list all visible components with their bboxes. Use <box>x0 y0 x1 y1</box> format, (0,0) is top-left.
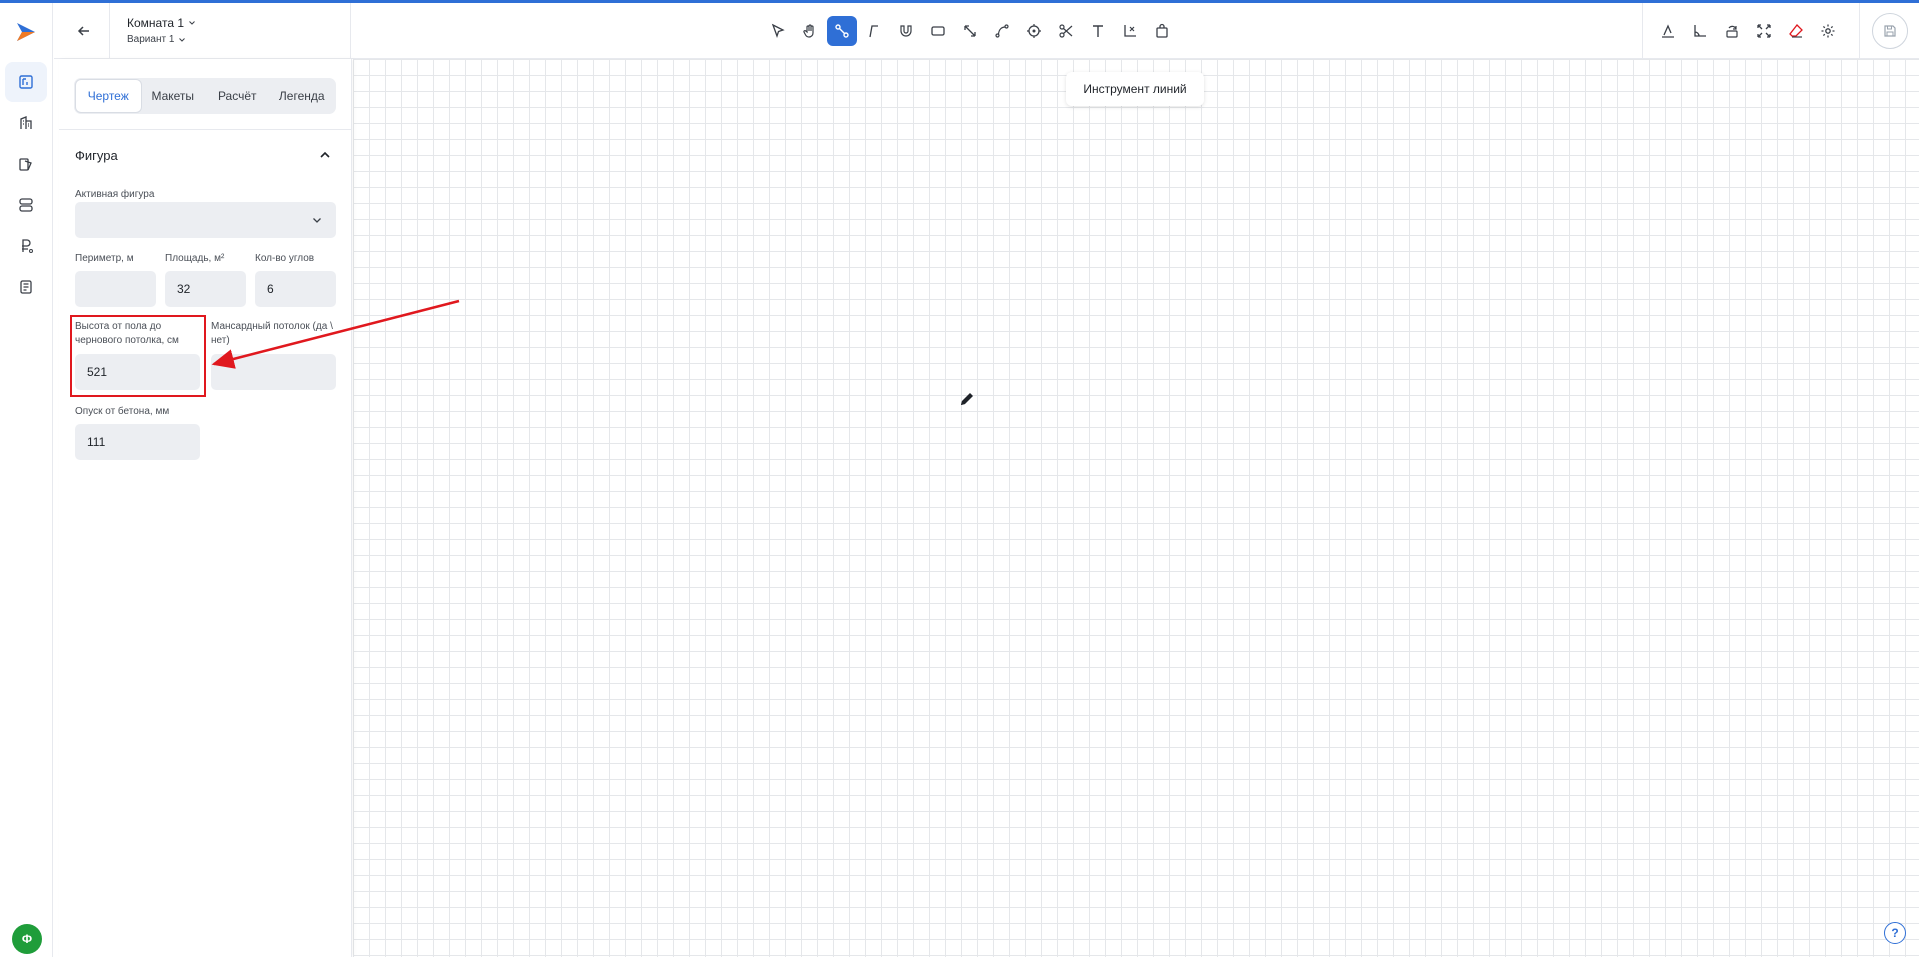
active-shape-label: Активная фигура <box>75 189 155 200</box>
drawing-canvas[interactable] <box>353 59 1919 957</box>
pencil-cursor-icon <box>961 393 973 405</box>
rail-item-price[interactable] <box>5 226 47 266</box>
tab-calculation[interactable]: Расчёт <box>205 80 270 112</box>
materials-icon <box>19 158 32 171</box>
area-label: Площадь, м² <box>165 253 225 264</box>
tool-magnet[interactable] <box>891 16 921 46</box>
tab-drawing[interactable]: Чертеж <box>76 80 141 112</box>
panel-divider <box>59 129 352 130</box>
tool-select[interactable] <box>763 16 793 46</box>
question-icon: ? <box>1891 926 1899 940</box>
tool-hand[interactable] <box>795 16 825 46</box>
tool-bag[interactable] <box>1147 16 1177 46</box>
building-icon <box>20 116 32 129</box>
corners-label: Кол-во углов <box>255 253 315 264</box>
curve-icon <box>995 24 1009 38</box>
save-button[interactable] <box>1871 13 1908 49</box>
tool-scissors[interactable] <box>1051 16 1081 46</box>
header: Комната 1 Вариант 1 <box>54 3 1919 59</box>
user-avatar[interactable]: Ф <box>12 924 42 954</box>
tool-text[interactable] <box>1083 16 1113 46</box>
text-angle-icon <box>1662 24 1674 38</box>
report-icon <box>20 280 32 294</box>
attic-field[interactable] <box>211 354 336 390</box>
chevron-down-icon <box>189 21 195 25</box>
angle-icon <box>1694 25 1706 37</box>
tool-rotate[interactable] <box>1717 16 1747 46</box>
axis-icon <box>1124 25 1136 37</box>
tool-hint-tooltip: Инструмент линий <box>1066 72 1204 106</box>
drop-field[interactable]: 111 <box>75 424 200 460</box>
variant-dropdown[interactable]: Вариант 1 <box>127 34 350 45</box>
chevron-down-icon <box>313 218 321 223</box>
annotation-highlight-box <box>70 315 206 397</box>
tab-layouts[interactable]: Макеты <box>141 80 206 112</box>
area-field[interactable]: 32 <box>165 271 246 307</box>
corners-field[interactable]: 6 <box>255 271 336 307</box>
room-selector: Комната 1 Вариант 1 <box>109 3 351 59</box>
perimeter-label: Периметр, м <box>75 253 134 264</box>
diagonal-icon <box>964 25 976 37</box>
layers-icon <box>19 198 33 212</box>
gear-icon <box>1821 24 1835 38</box>
left-rail: Ф <box>0 3 53 957</box>
help-button[interactable]: ? <box>1884 922 1906 944</box>
view-toolbar <box>1642 3 1843 59</box>
tool-rectangle[interactable] <box>923 16 953 46</box>
room-dropdown[interactable]: Комната 1 <box>127 16 350 30</box>
chevron-down-icon <box>179 37 186 42</box>
select-icon <box>771 23 785 38</box>
rail-item-layers[interactable] <box>5 185 47 225</box>
rail-item-report[interactable] <box>5 267 47 307</box>
tool-angle[interactable] <box>1685 16 1715 46</box>
tool-text-angle[interactable] <box>1653 16 1683 46</box>
tool-eraser[interactable] <box>1781 16 1811 46</box>
tool-settings[interactable] <box>1813 16 1843 46</box>
chevron-up-icon[interactable] <box>317 147 333 163</box>
app-logo-icon[interactable] <box>13 19 39 45</box>
tool-line[interactable] <box>827 16 857 46</box>
rail-item-drawing[interactable] <box>5 62 47 102</box>
rail-item-building[interactable] <box>5 103 47 143</box>
line-tool-icon <box>835 24 849 38</box>
scissors-icon <box>1059 24 1073 38</box>
section-title-shape: Фигура <box>75 148 118 163</box>
panel-tabs: Чертеж Макеты Расчёт Легенда <box>74 78 336 114</box>
drawing-icon <box>19 75 33 89</box>
tool-target[interactable] <box>1019 16 1049 46</box>
save-area <box>1859 3 1919 59</box>
rotate-icon <box>1726 25 1738 38</box>
eraser-icon <box>1789 24 1803 38</box>
perimeter-field[interactable] <box>75 271 156 307</box>
properties-panel: Чертеж Макеты Расчёт Легенда Фигура Акти… <box>59 59 352 957</box>
room-title: Комната 1 <box>127 16 184 30</box>
magnet-icon <box>900 25 912 37</box>
tool-axis[interactable] <box>1115 16 1145 46</box>
tool-expand[interactable] <box>1749 16 1779 46</box>
floppy-icon <box>1883 25 1896 37</box>
rectangle-icon <box>931 26 945 36</box>
wall-icon <box>869 25 878 38</box>
rail-item-materials[interactable] <box>5 144 47 184</box>
attic-label: Мансардный потолок (да \ нет) <box>211 321 333 346</box>
expand-icon <box>1757 24 1771 38</box>
tab-legend[interactable]: Легенда <box>270 80 335 112</box>
price-icon <box>22 239 33 253</box>
hand-icon <box>803 24 814 38</box>
target-icon <box>1027 24 1041 38</box>
tool-wall[interactable] <box>859 16 889 46</box>
text-icon <box>1093 25 1103 37</box>
arrow-left-icon <box>77 26 89 36</box>
tool-curve[interactable] <box>987 16 1017 46</box>
back-button[interactable] <box>64 11 104 51</box>
bag-icon <box>1156 23 1168 38</box>
drawing-toolbar <box>763 16 1177 46</box>
active-shape-select[interactable] <box>75 202 336 238</box>
drop-label: Опуск от бетона, мм <box>75 406 170 417</box>
tool-diagonal[interactable] <box>955 16 985 46</box>
variant-title: Вариант 1 <box>127 34 175 45</box>
